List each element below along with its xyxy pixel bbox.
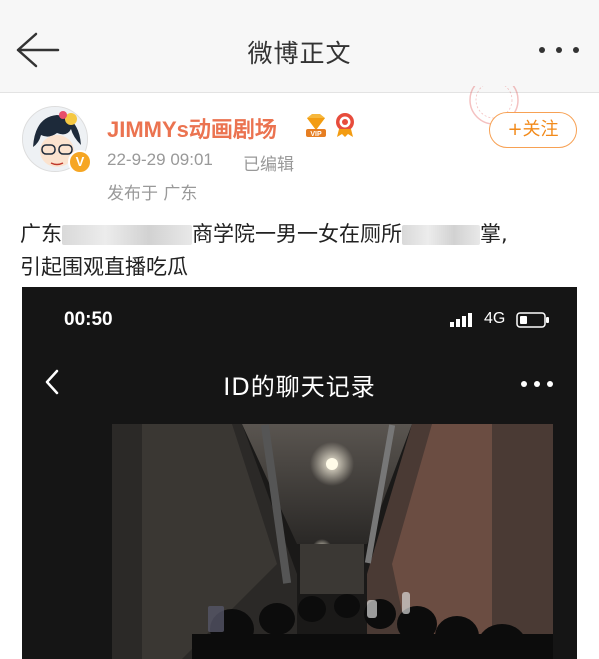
weibo-post: V JIMMYs动画剧场 VIP 22-9-29 09:01 已编辑 发布于 广… — [0, 86, 599, 659]
embed-chat-title: ID的聊天记录 — [223, 373, 376, 401]
svg-text:VIP: VIP — [310, 131, 322, 138]
username[interactable]: JIMMYs动画剧场 — [107, 112, 277, 144]
post-text-line: 引起围观直播吃瓜 — [20, 255, 188, 279]
page-title: 微博正文 — [247, 39, 352, 68]
edited-label[interactable]: 已编辑 — [243, 150, 294, 175]
post-timestamp: 22-9-29 09:01 — [107, 150, 213, 169]
embed-status-time: 00:50 — [64, 309, 113, 330]
post-text-segment: 商学院一男一女在厕所 — [192, 222, 402, 246]
blurred-redaction — [62, 225, 192, 245]
signal-bars-icon — [450, 313, 472, 327]
post-location: 发布于 广东 — [107, 184, 198, 204]
more-horizontal-icon[interactable] — [520, 379, 554, 389]
post-text-segment: 掌, — [480, 222, 508, 246]
corridor-photo[interactable] — [112, 424, 553, 659]
follow-button[interactable]: +关注 — [489, 112, 577, 148]
super-fan-badge-icon — [336, 113, 354, 137]
network-type: 4G — [484, 310, 506, 327]
more-horizontal-icon[interactable] — [537, 40, 581, 60]
battery-icon — [516, 312, 549, 328]
top-nav-bar: 微博正文 — [0, 0, 599, 93]
post-text-segment: 广东 — [20, 222, 62, 246]
post-content: 广东 商学院一男一女在厕所 掌, 引起围观直播吃瓜 — [20, 218, 580, 284]
verified-badge-icon: V — [68, 150, 92, 174]
blurred-redaction — [402, 225, 480, 245]
embedded-screenshot[interactable]: 00:50 4G ID的聊天记录 — [22, 287, 577, 659]
avatar[interactable]: V — [22, 106, 92, 176]
vip-diamond-icon: VIP — [306, 114, 326, 138]
